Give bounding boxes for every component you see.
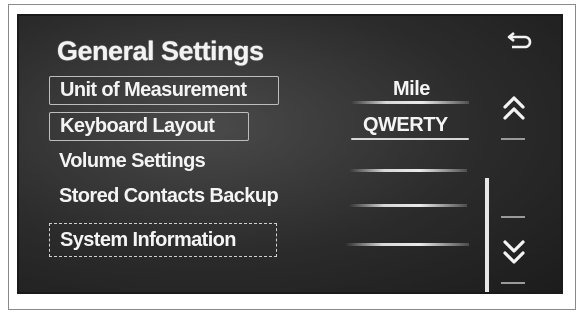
unit-of-measurement-button[interactable]: Unit of Measurement [49, 76, 279, 105]
setting-label: Stored Contacts Backup [59, 185, 279, 207]
value-underline [351, 101, 469, 104]
double-chevron-down-icon [503, 240, 525, 264]
system-information-button[interactable]: System Information [49, 223, 277, 257]
value-underline [351, 138, 469, 140]
back-arrow-icon [507, 31, 532, 49]
setting-label: Unit of Measurement [60, 79, 247, 101]
page-title: General Settings [57, 36, 264, 66]
value-placeholder [349, 204, 467, 207]
scroll-down-button[interactable] [495, 226, 533, 274]
scroll-up-button[interactable] [495, 86, 533, 134]
scroll-divider [501, 216, 525, 218]
scroll-divider [501, 138, 525, 140]
setting-label: System Information [60, 228, 237, 251]
settings-screen: General Settings Unit of Measurement Mil… [17, 14, 563, 294]
setting-label: Keyboard Layout [60, 115, 215, 137]
keyboard-layout-button[interactable]: Keyboard Layout [49, 112, 249, 141]
setting-value: QWERTY [363, 114, 448, 136]
value-placeholder [345, 243, 469, 246]
back-button[interactable] [503, 26, 537, 54]
scrollbar[interactable] [485, 178, 489, 292]
double-chevron-up-icon [503, 96, 525, 120]
stored-contacts-backup-button[interactable]: Stored Contacts Backup [49, 182, 309, 211]
scroll-divider [501, 282, 525, 284]
setting-value: Mile [393, 78, 430, 100]
setting-label: Volume Settings [59, 150, 206, 172]
value-placeholder [349, 169, 467, 172]
volume-settings-button[interactable]: Volume Settings [49, 147, 259, 176]
